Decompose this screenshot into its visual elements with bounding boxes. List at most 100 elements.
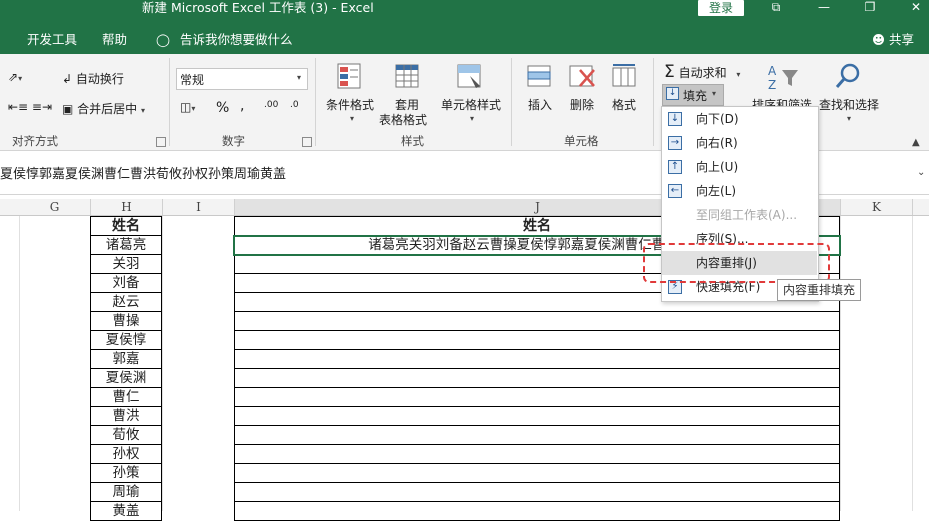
number-format-select[interactable]: 常规 ▾ [176, 68, 308, 90]
fill-down-icon: ↓ [666, 87, 679, 100]
fill-button[interactable]: ↓ 填充 ▾ [662, 84, 724, 106]
login-button[interactable]: 登录 [698, 0, 744, 16]
empty-cell[interactable] [234, 350, 840, 369]
fill-menu-item-label: 向右(R) [696, 136, 738, 150]
column-header-i[interactable]: I [163, 199, 235, 215]
empty-cell[interactable] [234, 388, 840, 407]
name-cell[interactable]: 孙权 [90, 445, 162, 464]
person-icon: ☻ [872, 32, 886, 47]
fill-menu-item-label: 向左(L) [696, 184, 737, 198]
currency-icon[interactable]: ◫▾ [180, 100, 195, 114]
empty-cell[interactable] [234, 407, 840, 426]
group-separator [511, 58, 512, 146]
alignment-launcher-icon[interactable] [156, 137, 166, 147]
collapse-ribbon-icon[interactable]: ▲ [912, 137, 920, 148]
empty-cell[interactable] [234, 312, 840, 331]
table-format-button[interactable]: 表格格式 [379, 111, 427, 128]
empty-cell[interactable] [234, 426, 840, 445]
empty-cell[interactable] [234, 483, 840, 502]
decrease-decimal-icon[interactable]: .0 [290, 100, 299, 110]
formula-bar-input[interactable]: 夏侯惇郭嘉夏侯渊曹仁曹洪荀攸孙权孙策周瑜黄盖 [0, 163, 286, 182]
find-select-button[interactable]: 查找和选择 [819, 96, 879, 113]
ribbon-display-icon[interactable]: ⧉ [764, 0, 788, 16]
delete-button[interactable]: 删除 [570, 96, 594, 113]
merge-center-button[interactable]: ▣ 合并后居中 ▾ [62, 100, 145, 117]
grid-line [912, 216, 913, 511]
fill-menu-item[interactable]: ← 向左(L) [662, 179, 817, 203]
empty-cell[interactable] [234, 331, 840, 350]
fill-menu-item[interactable]: ↓ 向下(D) [662, 107, 817, 131]
name-cell[interactable]: 夏侯惇 [90, 331, 162, 350]
title-bar [0, 0, 929, 28]
column-header-g[interactable]: G [19, 199, 91, 215]
group-label-alignment: 对齐方式 [12, 134, 58, 148]
name-cell[interactable]: 关羽 [90, 255, 162, 274]
close-icon[interactable]: ✕ [904, 0, 928, 16]
tab-help[interactable]: 帮助 [102, 28, 127, 54]
group-separator [169, 58, 170, 146]
expand-formula-bar-icon[interactable]: ⌄ [917, 167, 925, 178]
cell-styles-icon [457, 64, 481, 88]
name-cell[interactable]: 赵云 [90, 293, 162, 312]
name-cell[interactable]: 荀攸 [90, 426, 162, 445]
insert-button[interactable]: 插入 [528, 96, 552, 113]
indent-icons[interactable]: ⇤≡ ≡⇥ [8, 100, 52, 114]
h-header-cell[interactable]: 姓名 [90, 217, 162, 236]
increase-decimal-icon[interactable]: .00 [264, 100, 278, 110]
orientation-icon[interactable]: ⇗▾ [8, 70, 22, 84]
tooltip: 内容重排填充 [777, 279, 862, 301]
sigma-icon: Σ [664, 62, 675, 82]
name-cell[interactable]: 曹仁 [90, 388, 162, 407]
conditional-format-button[interactable]: 条件格式 [326, 96, 374, 113]
comma-icon[interactable]: , [240, 98, 244, 114]
column-header-k[interactable]: K [841, 199, 913, 215]
fill-menu-item: 至同组工作表(A)... [662, 203, 817, 227]
restore-icon[interactable]: ❐ [858, 0, 882, 16]
fill-menu-item-label: 至同组工作表(A)... [696, 208, 798, 222]
chevron-down-icon: ▾ [297, 73, 302, 82]
group-separator [653, 58, 654, 146]
percent-icon[interactable]: % [216, 100, 229, 116]
empty-cell[interactable] [234, 369, 840, 388]
group-label-cells: 单元格 [564, 134, 599, 148]
wrap-text-button[interactable]: ↲ 自动换行 [62, 70, 124, 87]
arrow-right-icon: → [668, 136, 682, 150]
tab-developer[interactable]: 开发工具 [27, 28, 77, 54]
merge-center-label: 合并后居中 [77, 102, 138, 116]
find-select-icon [835, 63, 860, 88]
tell-me-search[interactable]: 告诉我你想要做什么 [180, 28, 293, 54]
insert-cells-icon [527, 65, 551, 87]
format-button[interactable]: 格式 [612, 96, 636, 113]
name-cell[interactable]: 周瑜 [90, 483, 162, 502]
name-cell[interactable]: 诸葛亮 [90, 236, 162, 255]
fill-menu-item-label: 向上(U) [696, 160, 739, 174]
arrow-left-icon: ← [668, 184, 682, 198]
empty-cell[interactable] [234, 445, 840, 464]
name-cell[interactable]: 孙策 [90, 464, 162, 483]
name-cell[interactable]: 曹操 [90, 312, 162, 331]
name-cell[interactable]: 黄盖 [90, 502, 162, 521]
chevron-down-icon: ▾ [847, 114, 852, 123]
arrow-down-icon: ↓ [668, 112, 682, 126]
merge-icon: ▣ [62, 102, 74, 116]
grid-line [162, 216, 163, 511]
column-header-h[interactable]: H [91, 199, 163, 215]
column-h-range: 姓名 诸葛亮 关羽 刘备 赵云 曹操 夏侯惇 郭嘉 夏侯渊 曹仁 曹洪 荀攸 孙权 孙策 周瑜 黄盖 [90, 216, 162, 521]
empty-cell[interactable] [234, 502, 840, 521]
minimize-icon[interactable]: — [812, 0, 836, 16]
number-launcher-icon[interactable] [302, 137, 312, 147]
fill-menu-item[interactable]: ↑ 向上(U) [662, 155, 817, 179]
chevron-down-icon: ▾ [470, 114, 475, 123]
name-cell[interactable]: 郭嘉 [90, 350, 162, 369]
autosum-button[interactable]: Σ 自动求和 ▾ [664, 62, 740, 82]
share-button[interactable]: ☻ 共享 [872, 28, 914, 54]
grid-line [19, 216, 20, 511]
empty-cell[interactable] [234, 464, 840, 483]
cell-styles-button[interactable]: 单元格样式 [441, 96, 501, 113]
name-cell[interactable]: 夏侯渊 [90, 369, 162, 388]
wrap-text-icon: ↲ [62, 72, 73, 86]
name-cell[interactable]: 曹洪 [90, 407, 162, 426]
highlight-annotation [643, 243, 830, 283]
name-cell[interactable]: 刘备 [90, 274, 162, 293]
fill-menu-item[interactable]: → 向右(R) [662, 131, 817, 155]
